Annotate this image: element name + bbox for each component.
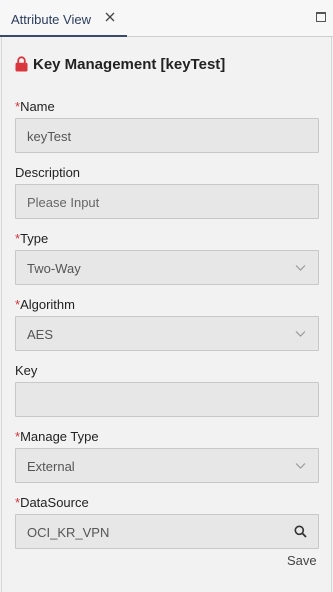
datasource-value: OCI_KR_VPN — [27, 525, 110, 540]
type-value: Two-Way — [27, 261, 81, 276]
maximize-icon[interactable] — [316, 12, 326, 22]
algorithm-value: AES — [27, 327, 54, 342]
type-label: *Type — [15, 231, 49, 246]
tab-label: Attribute View — [11, 12, 91, 27]
algorithm-label: *Algorithm — [15, 297, 75, 312]
description-label: Description — [15, 165, 81, 180]
search-icon[interactable] — [294, 525, 307, 538]
chevron-down-icon — [295, 265, 306, 271]
datasource-field[interactable]: OCI_KR_VPN — [15, 514, 319, 549]
description-field[interactable]: Please Input — [15, 184, 319, 219]
manage-type-select[interactable]: External — [15, 448, 319, 483]
type-select[interactable]: Two-Way — [15, 250, 319, 285]
description-placeholder: Please Input — [27, 195, 100, 210]
key-label: Key — [15, 363, 38, 378]
tab-attribute-view[interactable]: Attribute View — [0, 0, 127, 37]
lock-icon — [15, 56, 28, 72]
save-button[interactable]: Save — [287, 553, 317, 568]
key-field[interactable] — [15, 382, 319, 417]
tab-bar: Attribute View — [0, 0, 333, 37]
name-value: keyTest — [27, 129, 72, 144]
datasource-label: *DataSource — [15, 495, 89, 510]
algorithm-select[interactable]: AES — [15, 316, 319, 351]
chevron-down-icon — [295, 331, 306, 337]
manage-type-value: External — [27, 459, 75, 474]
manage-type-label: *Manage Type — [15, 429, 99, 444]
name-field[interactable]: keyTest — [15, 118, 319, 153]
page-title: Key Management [keyTest] — [15, 54, 225, 74]
page-title-text: Key Management [keyTest] — [33, 55, 226, 73]
close-icon[interactable] — [103, 10, 117, 24]
chevron-down-icon — [295, 463, 306, 469]
name-label: *Name — [15, 99, 55, 114]
